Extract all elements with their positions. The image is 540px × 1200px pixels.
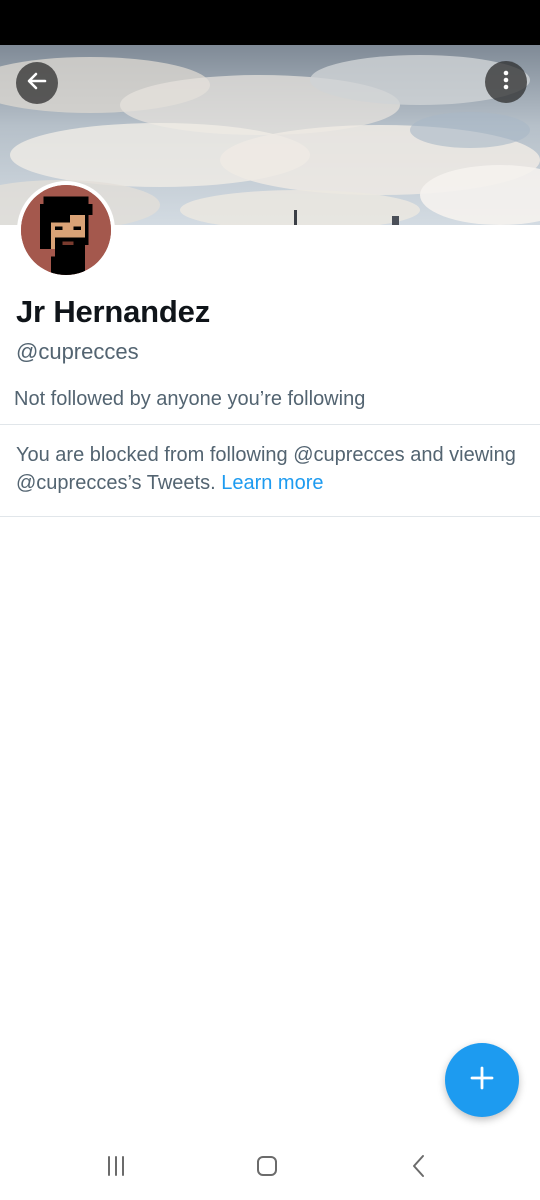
system-back-button[interactable] — [399, 1152, 439, 1184]
recent-apps-icon — [104, 1154, 128, 1183]
back-button[interactable] — [16, 62, 58, 104]
divider — [0, 516, 540, 517]
profile-screen: Jr Hernandez @cuprecces Not followed by … — [0, 0, 540, 1200]
divider — [0, 424, 540, 425]
compose-tweet-button[interactable] — [445, 1043, 519, 1117]
blocked-notice: You are blocked from following @cuprecce… — [16, 441, 526, 497]
home-button[interactable] — [247, 1152, 287, 1184]
learn-more-link[interactable]: Learn more — [221, 472, 323, 494]
recent-apps-button[interactable] — [96, 1152, 136, 1184]
status-bar — [0, 0, 540, 45]
back-chevron-icon — [407, 1154, 431, 1183]
avatar-image — [21, 185, 111, 275]
handle: @cuprecces — [16, 339, 139, 364]
avatar[interactable] — [17, 181, 115, 279]
arrow-left-icon — [25, 69, 49, 98]
home-icon — [255, 1154, 279, 1183]
more-vertical-icon — [494, 68, 518, 97]
more-options-button[interactable] — [485, 61, 527, 103]
display-name: Jr Hernandez — [16, 294, 210, 329]
plus-icon — [468, 1064, 496, 1097]
followers-you-know-note: Not followed by anyone you’re following — [14, 388, 366, 410]
